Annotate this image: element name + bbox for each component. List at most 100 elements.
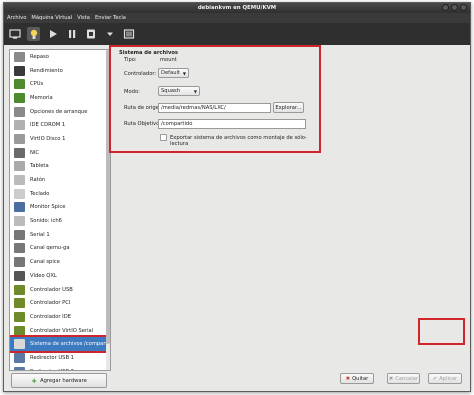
stop-icon[interactable] [84,27,97,41]
sidebar-item[interactable]: Canal qemu-ga [10,242,110,256]
sidebar-item[interactable]: Repaso [10,50,110,64]
readonly-checkbox[interactable] [160,134,167,141]
sidebar-item[interactable]: Sistema de archivos /compart [10,335,110,354]
sidebar-item-label: Controlador IDE [30,313,71,320]
apply-icon: ✔ [432,375,438,382]
sidebar-item-label: Rendimiento [30,67,63,74]
cpu-icon [14,79,25,90]
sidebar-item[interactable]: Serial 1 [10,228,110,242]
sidebar-item[interactable]: Controlador USB [10,283,110,297]
remove-icon: ✖ [345,375,351,382]
readonly-label: Exportar sistema de archivos como montaj… [170,135,307,147]
cancel-button[interactable]: ✖ Cancelar [387,373,420,384]
browse-button[interactable]: Explorar... [273,102,304,113]
sidebar-item[interactable]: IDE CDROM 1 [10,118,110,132]
sidebar-item[interactable]: Teclado [10,187,110,201]
driver-select[interactable]: Default ▼ [158,68,189,78]
sidebar-item-label: Redirector USB 2 [30,369,74,370]
add-hardware-button[interactable]: + Agregar hardware [11,373,107,388]
mode-select[interactable]: Squash ▼ [158,86,200,96]
overview-icon [14,51,25,62]
sound-icon [14,216,25,227]
sidebar-item-label: Redirector USB 1 [30,354,74,361]
memory-icon [14,92,25,103]
browse-label: Explorar... [275,104,302,111]
add-hardware-label: Agregar hardware [40,377,87,384]
sidebar-item-label: Controlador VirtIO Serial [30,327,94,334]
source-path-input[interactable]: /media/redmas/NAS/LXC/ [158,103,271,113]
sidebar-item[interactable]: Vídeo QXL [10,269,110,283]
sidebar-item[interactable]: Controlador VirtIO Serial [10,324,110,338]
sidebar-item[interactable]: Canal spice [10,255,110,269]
sidebar-item[interactable]: Redirector USB 2 [10,365,110,370]
sidebar-item-label: VirtIO Disco 1 [30,135,66,142]
sidebar-item-label: Opciones de arranque [30,108,88,115]
serial-icon [14,229,25,240]
chevron-down-icon: ▼ [182,70,186,76]
close-button[interactable] [460,4,467,11]
sidebar-item[interactable]: Opciones de arranque [10,105,110,119]
target-path-value: /compartido [161,121,193,127]
sidebar-item-label: Sonido: ich6 [30,218,62,225]
detail-panel: Sistema de archivos Tipo: mount Controla… [108,45,470,371]
type-label: Tipo: [124,57,137,63]
dropdown-arrow-icon[interactable] [103,27,116,41]
sidebar-item[interactable]: Tableta [10,160,110,174]
sidebar-item-label: IDE CDROM 1 [30,122,66,129]
menu-archivo[interactable]: Archivo [7,15,26,21]
sidebar-item[interactable]: Monitor Spice [10,201,110,215]
sidebar-item[interactable]: CPUs [10,77,110,91]
cancel-icon: ✖ [388,375,394,382]
menu-bar: Archivo Máquina Virtual Vista Enviar Tec… [4,13,470,23]
play-icon[interactable] [46,27,59,41]
target-path-input[interactable]: /compartido [158,119,306,129]
driver-value: Default [161,70,180,76]
apply-button[interactable]: ✔ Aplicar [428,373,462,384]
screen-icon[interactable] [122,27,135,41]
sidebar-item[interactable]: Rendimiento [10,64,110,78]
info-icon[interactable] [27,27,40,41]
sidebar-item[interactable]: VirtIO Disco 1 [10,132,110,146]
nic-icon [14,147,25,158]
mode-label: Modo: [124,89,140,95]
sidebar-item[interactable]: Controlador IDE [10,310,110,324]
sidebar-item[interactable]: NIC [10,146,110,160]
source-path-value: /media/redmas/NAS/LXC/ [161,105,226,111]
sidebar-item-label: Canal spice [30,259,60,266]
hardware-list-items: Repaso Rendimiento CPUs Memoria Opciones de … [10,50,110,370]
usb-icon [14,366,25,370]
type-value: mount [160,57,177,63]
toolbar [4,23,470,45]
display-icon [14,202,25,213]
sidebar-item[interactable]: Memoria [10,91,110,105]
chevron-down-icon: ▼ [193,88,197,94]
cancel-label: Cancelar [395,375,419,382]
minimize-button[interactable] [442,4,449,11]
sidebar-item-label: Tableta [30,163,49,170]
pause-icon[interactable] [65,27,78,41]
sidebar-item-label: Teclado [30,190,50,197]
folder-icon [14,339,25,350]
vm-window: debiankvm en QEMU/KVM Archivo Máquina Vi… [3,2,471,392]
menu-vista[interactable]: Vista [77,15,90,21]
sidebar-item[interactable]: Redirector USB 1 [10,351,110,365]
controller-icon [14,311,25,322]
sidebar-item-label: Controlador USB [30,286,73,293]
disk-icon [14,133,25,144]
sidebar-item-label: Repaso [30,53,49,60]
title-bar: debiankvm en QEMU/KVM [4,3,470,13]
mode-value: Squash [161,88,181,94]
sidebar-item[interactable]: Ratón [10,173,110,187]
sidebar-item[interactable]: Controlador PCI [10,296,110,310]
sidebar-item-label: Vídeo QXL [30,272,57,279]
keyboard-icon [14,188,25,199]
monitor-icon[interactable] [8,27,21,41]
menu-enviar-tecla[interactable]: Enviar Tecla [95,15,126,21]
boot-options-icon [14,106,25,117]
remove-button[interactable]: ✖ Quitar [340,373,374,384]
add-icon: + [31,376,38,385]
usb-icon [14,352,25,363]
sidebar-item[interactable]: Sonido: ich6 [10,214,110,228]
maximize-button[interactable] [451,4,458,11]
menu-maquina-virtual[interactable]: Máquina Virtual [31,15,72,21]
